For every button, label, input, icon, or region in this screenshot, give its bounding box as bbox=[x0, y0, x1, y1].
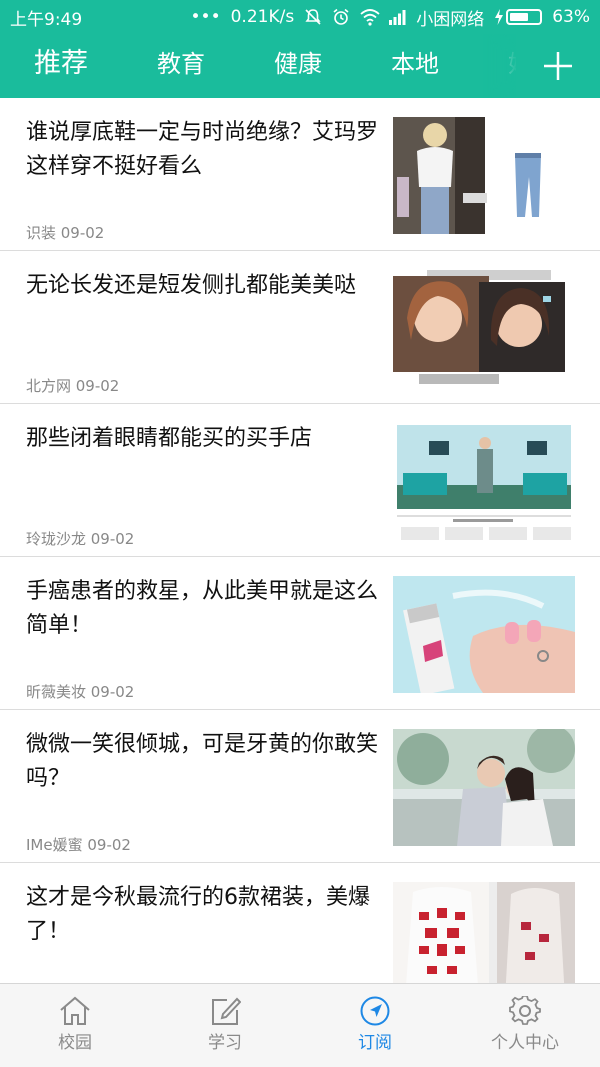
article-feed[interactable]: 谁说厚底鞋一定与时尚绝缘？艾玛罗这样穿不挺好看么 识装 09-02 无论长发还是… bbox=[0, 98, 600, 983]
article-item[interactable]: 谁说厚底鞋一定与时尚绝缘？艾玛罗这样穿不挺好看么 识装 09-02 bbox=[0, 98, 600, 251]
tab-health[interactable]: 健康 bbox=[274, 34, 322, 98]
home-icon bbox=[60, 996, 90, 1025]
tab-local[interactable]: 本地 bbox=[391, 34, 439, 98]
nav-profile[interactable]: 个人中心 bbox=[450, 984, 600, 1067]
gear-icon bbox=[509, 996, 541, 1025]
article-title: 微微一笑很倾城，可是牙黄的你敢笑吗？ bbox=[26, 732, 379, 791]
article-thumbnail bbox=[393, 270, 575, 387]
tab-education[interactable]: 教育 bbox=[157, 34, 205, 98]
mute-icon bbox=[304, 8, 322, 26]
plus-icon bbox=[544, 52, 572, 80]
article-source: 玲珑沙龙 09-02 bbox=[26, 530, 135, 548]
article-source: 昕薇美妆 09-02 bbox=[26, 683, 135, 701]
status-bar: 上午9:49 ••• 0.21K/s 小困网络 63% bbox=[0, 0, 600, 34]
article-title: 手癌患者的救星，从此美甲就是这么简单！ bbox=[26, 579, 379, 638]
tab-recommend[interactable]: 推荐 bbox=[34, 34, 88, 98]
article-thumbnail bbox=[393, 576, 575, 693]
article-title: 谁说厚底鞋一定与时尚绝缘？艾玛罗这样穿不挺好看么 bbox=[26, 120, 379, 179]
edit-icon bbox=[212, 997, 241, 1025]
article-item[interactable]: 无论长发还是短发侧扎都能美美哒 北方网 09-02 bbox=[0, 251, 600, 404]
article-source: IMe媛蜜 09-02 bbox=[26, 836, 131, 854]
signal-icon bbox=[388, 8, 406, 26]
article-item[interactable]: 这才是今秋最流行的6款裙装，美爆了！ bbox=[0, 863, 600, 983]
nav-subscribe-label: 订阅 bbox=[358, 1033, 392, 1053]
battery-body bbox=[506, 9, 543, 25]
charging-icon bbox=[495, 9, 504, 25]
status-right: ••• 0.21K/s 小困网络 63% bbox=[191, 5, 590, 30]
compass-icon bbox=[360, 996, 390, 1026]
article-title: 无论长发还是短发侧扎都能美美哒 bbox=[26, 273, 357, 298]
status-time: 上午9:49 bbox=[10, 9, 83, 30]
nav-campus-label: 校园 bbox=[58, 1033, 92, 1053]
bottom-navigation: 校园 学习 订阅 个人中心 bbox=[0, 983, 600, 1067]
article-item[interactable]: 手癌患者的救星，从此美甲就是这么简单！ 昕薇美妆 09-02 bbox=[0, 557, 600, 710]
battery-icon bbox=[494, 8, 543, 26]
article-item[interactable]: 那些闭着眼睛都能买的买手店 玲珑沙龙 09-02 bbox=[0, 404, 600, 557]
article-source: 北方网 09-02 bbox=[26, 377, 120, 395]
article-title: 那些闭着眼睛都能买的买手店 bbox=[26, 426, 313, 451]
wifi-icon bbox=[360, 8, 380, 26]
nav-study-label: 学习 bbox=[208, 1033, 242, 1053]
battery-fill bbox=[510, 13, 529, 21]
battery-percent: 63% bbox=[552, 7, 590, 27]
status-dots: ••• bbox=[190, 7, 221, 27]
nav-campus[interactable]: 校园 bbox=[0, 984, 150, 1067]
article-thumbnail bbox=[393, 882, 575, 983]
nav-profile-label: 个人中心 bbox=[491, 1033, 559, 1053]
channel-tab-bar: 推荐 教育 健康 本地 娱 bbox=[0, 34, 600, 98]
article-thumbnail bbox=[393, 117, 575, 234]
carrier-name: 小困网络 bbox=[416, 9, 485, 30]
article-source: 识装 09-02 bbox=[26, 224, 105, 242]
article-item[interactable]: 微微一笑很倾城，可是牙黄的你敢笑吗？ IMe媛蜜 09-02 bbox=[0, 710, 600, 863]
network-speed: 0.21K/s bbox=[230, 7, 295, 27]
add-channel-button[interactable] bbox=[516, 34, 600, 98]
article-title: 这才是今秋最流行的6款裙装，美爆了！ bbox=[26, 885, 370, 944]
article-thumbnail bbox=[393, 423, 575, 540]
nav-subscribe[interactable]: 订阅 bbox=[300, 984, 450, 1067]
alarm-icon bbox=[332, 8, 350, 26]
nav-study[interactable]: 学习 bbox=[150, 984, 300, 1067]
article-thumbnail bbox=[393, 729, 575, 846]
